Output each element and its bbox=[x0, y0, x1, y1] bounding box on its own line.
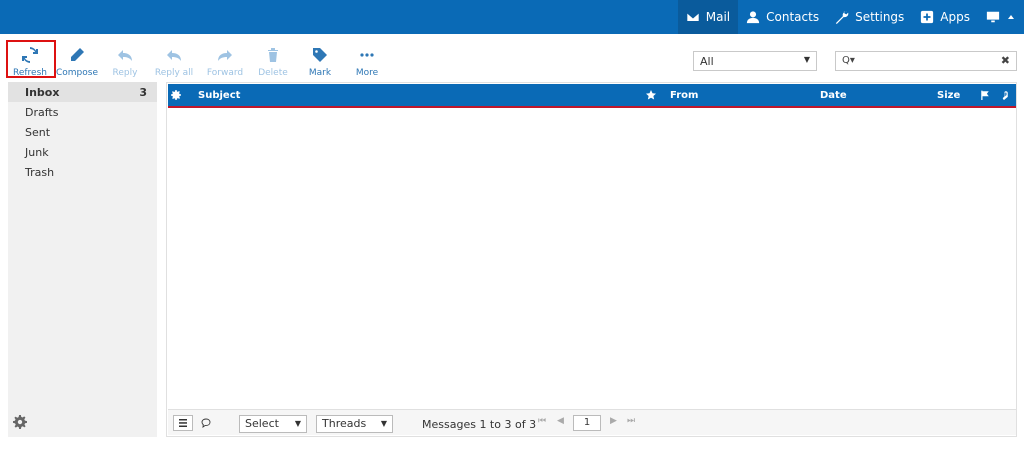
monitor-icon bbox=[986, 11, 1000, 23]
message-list-footer: Select ▼ Threads ▼ Messages 1 to 3 of 3 … bbox=[168, 409, 1016, 435]
ellipsis-icon bbox=[358, 46, 376, 64]
folder-label: Drafts bbox=[25, 105, 59, 119]
search-icon: Q▾ bbox=[842, 55, 855, 66]
nav-apps-label: Apps bbox=[940, 10, 970, 24]
reply-button[interactable]: Reply bbox=[110, 40, 140, 78]
column-date[interactable]: Date bbox=[820, 90, 847, 101]
forward-icon bbox=[216, 46, 234, 64]
nav-contacts[interactable]: Contacts bbox=[738, 0, 827, 34]
chevron-down-icon: ▼ bbox=[803, 55, 810, 64]
page-number-input[interactable]: 1 bbox=[573, 415, 601, 431]
nav-mail-label: Mail bbox=[705, 10, 731, 24]
plus-square-icon bbox=[921, 10, 934, 24]
wrench-icon bbox=[835, 11, 849, 24]
delete-label: Delete bbox=[258, 68, 288, 78]
folder-sent[interactable]: Sent bbox=[8, 122, 157, 142]
top-nav: Mail Contacts Settings Apps bbox=[677, 0, 1024, 34]
folder-inbox[interactable]: Inbox 3 bbox=[8, 82, 157, 102]
pencil-icon bbox=[68, 46, 86, 64]
message-count: Messages 1 to 3 of 3 bbox=[422, 418, 537, 431]
folder-junk[interactable]: Junk bbox=[8, 142, 157, 162]
folder-label: Junk bbox=[25, 145, 49, 159]
reply-icon bbox=[116, 46, 134, 64]
nav-apps[interactable]: Apps bbox=[912, 0, 978, 34]
nav-settings-label: Settings bbox=[855, 10, 905, 24]
more-button[interactable]: More bbox=[352, 40, 382, 78]
compose-button[interactable]: Compose bbox=[56, 40, 99, 78]
search-input[interactable]: Q▾ ✖ bbox=[835, 51, 1017, 71]
unread-count: 3 bbox=[139, 85, 147, 99]
refresh-highlight bbox=[6, 40, 56, 78]
gear-icon[interactable] bbox=[13, 415, 27, 429]
chevron-down-icon: ▼ bbox=[380, 419, 387, 428]
list-options-icon[interactable] bbox=[171, 90, 181, 103]
mark-label: Mark bbox=[308, 68, 332, 78]
delete-button[interactable]: Delete bbox=[258, 40, 288, 78]
more-label: More bbox=[355, 68, 379, 78]
forward-label: Forward bbox=[206, 68, 244, 78]
folder-trash[interactable]: Trash bbox=[8, 162, 157, 182]
column-subject[interactable]: Subject bbox=[198, 90, 240, 101]
message-list: Subject From Date Size Select ▼ Threads … bbox=[166, 82, 1017, 437]
folder-label: Inbox bbox=[25, 85, 60, 99]
folder-label: Trash bbox=[25, 165, 55, 179]
reply-all-button[interactable]: Reply all bbox=[154, 40, 194, 78]
folder-sidebar: Inbox 3 Drafts Sent Junk Trash bbox=[8, 82, 157, 437]
caret-up-icon bbox=[1008, 15, 1014, 19]
column-size[interactable]: Size bbox=[937, 90, 960, 101]
nav-contacts-label: Contacts bbox=[766, 10, 820, 24]
folder-label: Sent bbox=[25, 125, 51, 139]
list-view-button[interactable] bbox=[173, 415, 193, 431]
first-page-icon[interactable]: ⏮ bbox=[538, 416, 546, 426]
reply-all-icon bbox=[165, 46, 183, 64]
user-icon bbox=[747, 11, 760, 24]
paperclip-icon[interactable] bbox=[999, 90, 1009, 103]
forward-button[interactable]: Forward bbox=[206, 40, 244, 78]
thread-view-button[interactable] bbox=[196, 415, 216, 431]
list-icon bbox=[179, 419, 187, 427]
compose-label: Compose bbox=[56, 68, 99, 78]
threads-dropdown[interactable]: Threads ▼ bbox=[316, 415, 393, 433]
speech-bubble-icon bbox=[201, 418, 211, 428]
message-list-header: Subject From Date Size bbox=[168, 84, 1016, 108]
next-page-icon[interactable]: ▶ bbox=[610, 416, 617, 426]
folder-drafts[interactable]: Drafts bbox=[8, 102, 157, 122]
message-filter-value: All bbox=[700, 55, 714, 68]
threads-dropdown-value: Threads bbox=[322, 417, 367, 430]
column-from[interactable]: From bbox=[670, 90, 698, 101]
star-icon[interactable] bbox=[646, 90, 656, 103]
nav-settings[interactable]: Settings bbox=[827, 0, 912, 34]
reply-all-label: Reply all bbox=[154, 68, 194, 78]
nav-mail[interactable]: Mail bbox=[677, 0, 739, 34]
mark-button[interactable]: Mark bbox=[306, 40, 334, 78]
select-dropdown-value: Select bbox=[245, 417, 279, 430]
message-filter-select[interactable]: All ▼ bbox=[693, 51, 817, 71]
top-bar: Mail Contacts Settings Apps bbox=[0, 0, 1024, 34]
tag-icon bbox=[311, 46, 329, 64]
reply-label: Reply bbox=[112, 68, 138, 78]
select-dropdown[interactable]: Select ▼ bbox=[239, 415, 307, 433]
flag-icon[interactable] bbox=[980, 90, 990, 103]
previous-page-icon[interactable]: ◀ bbox=[557, 416, 564, 426]
envelope-icon bbox=[686, 12, 700, 22]
last-page-icon[interactable]: ⏭ bbox=[627, 416, 635, 426]
close-icon[interactable]: ✖ bbox=[1001, 54, 1010, 67]
nav-display[interactable] bbox=[978, 0, 1024, 34]
trash-icon bbox=[264, 46, 282, 64]
chevron-down-icon: ▼ bbox=[294, 419, 301, 428]
